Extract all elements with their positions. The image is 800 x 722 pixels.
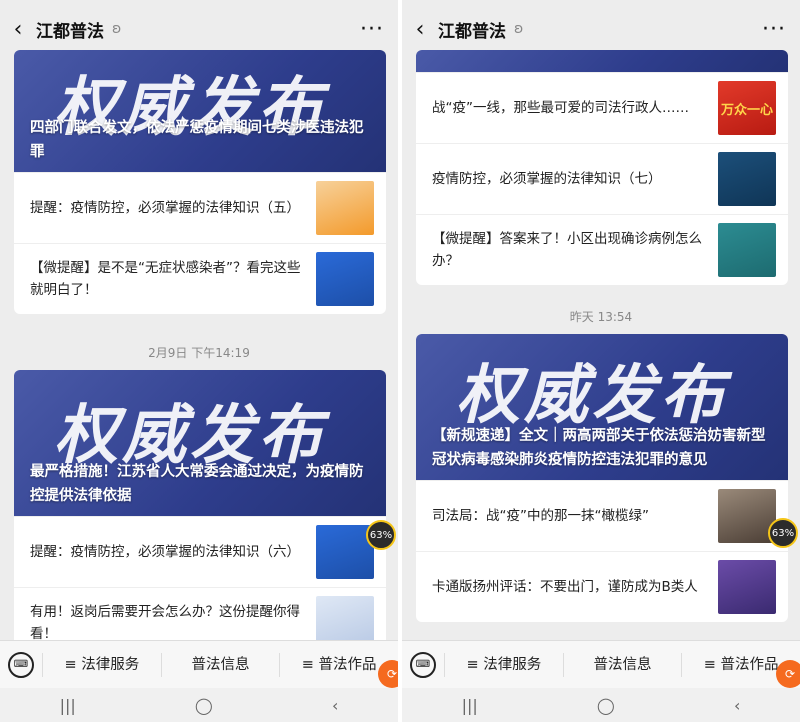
article-banner[interactable]: 权威发布 四部门联合发文，依法严惩疫情期间七类涉医违法犯罪 — [14, 50, 386, 172]
banner-title: 【新规速递】全文｜两高两部关于依法惩治妨害新型冠状病毒感染肺炎疫情防控违法犯罪的… — [432, 428, 766, 468]
more-button[interactable]: ··· — [360, 17, 384, 42]
system-nav-bar: ||| ◯ ‹ — [0, 688, 398, 722]
article-card: 权威发布 四部门联合发文，依法严惩疫情期间七类涉医违法犯罪 提醒：疫情防控，必须… — [14, 50, 386, 314]
home-icon[interactable]: ◯ — [195, 696, 213, 715]
message-feed[interactable]: 权威发布 四部门联合发文，依法严惩疫情期间七类涉医违法犯罪 提醒：疫情防控，必须… — [0, 50, 398, 640]
message-feed[interactable]: 战“疫”一线，那些最可爱的司法行政人…… 万众一心 疫情防控，必须掌握的法律知识… — [402, 50, 800, 640]
article-item-title: 卡通版扬州评话：不要出门，谨防成为B类人 — [432, 579, 698, 595]
banner-title: 四部门联合发文，依法严惩疫情期间七类涉医违法犯罪 — [30, 120, 364, 160]
float-button[interactable]: ⟳ — [776, 660, 800, 688]
recent-apps-icon[interactable]: ||| — [60, 696, 76, 715]
home-icon[interactable]: ◯ — [597, 696, 615, 715]
back-button[interactable]: ‹ — [0, 17, 36, 42]
right-screen: ‹ 江都普法 ʚ ··· 战“疫”一线，那些最可爱的司法行政人…… 万众一心 疫… — [402, 0, 800, 722]
article-thumbnail — [316, 596, 374, 640]
article-item[interactable]: 卡通版扬州评话：不要出门，谨防成为B类人 — [416, 551, 788, 622]
article-card: 战“疫”一线，那些最可爱的司法行政人…… 万众一心 疫情防控，必须掌握的法律知识… — [416, 50, 788, 285]
more-button[interactable]: ··· — [762, 17, 786, 42]
screens: ‹ 江都普法 ʚ ··· 权威发布 四部门联合发文，依法严惩疫情期间七类涉医违法… — [0, 0, 800, 722]
title-bar: ‹ 江都普法 ʚ ··· — [0, 8, 398, 50]
article-item[interactable]: 提醒：疫情防控，必须掌握的法律知识（五） — [14, 172, 386, 243]
system-nav-bar: ||| ◯ ‹ — [402, 688, 800, 722]
progress-badge[interactable]: 63% — [768, 518, 798, 548]
page-title: 江都普法 — [36, 21, 104, 42]
back-button[interactable]: ‹ — [402, 17, 438, 42]
progress-badge[interactable]: 63% — [366, 520, 396, 550]
article-item[interactable]: 【微提醒】答案来了！小区出现确诊病例怎么办？ — [416, 214, 788, 285]
title-bar: ‹ 江都普法 ʚ ··· — [402, 8, 800, 50]
article-item[interactable]: 提醒：疫情防控，必须掌握的法律知识（六） — [14, 516, 386, 587]
keyboard-toggle[interactable]: ⌨ — [0, 651, 42, 678]
article-thumbnail — [316, 252, 374, 306]
article-banner[interactable]: 权威发布 最严格措施！江苏省人大常委会通过决定，为疫情防控提供法律依据 — [14, 370, 386, 516]
status-bar — [0, 0, 398, 8]
article-card: 权威发布 【新规速递】全文｜两高两部关于依法惩治妨害新型冠状病毒感染肺炎疫情防控… — [416, 334, 788, 622]
article-thumbnail: 万众一心 — [718, 81, 776, 135]
article-item-title: 【微提醒】答案来了！小区出现确诊病例怎么办？ — [432, 231, 702, 269]
keyboard-icon: ⌨ — [410, 651, 436, 678]
article-item[interactable]: 疫情防控，必须掌握的法律知识（七） — [416, 143, 788, 214]
timestamp: 昨天 13:54 — [569, 310, 633, 324]
article-item[interactable]: 司法局：战“疫”中的那一抹“橄榄绿” — [416, 480, 788, 551]
article-item-title: 司法局：战“疫”中的那一抹“橄榄绿” — [432, 508, 649, 524]
page-title: 江都普法 — [438, 21, 506, 42]
article-thumbnail — [718, 152, 776, 206]
back-nav-icon[interactable]: ‹ — [332, 696, 338, 715]
keyboard-toggle[interactable]: ⌨ — [402, 651, 444, 678]
banner-art: 权威发布 — [456, 358, 728, 433]
recent-apps-icon[interactable]: ||| — [462, 696, 478, 715]
ear-icon: ʚ — [112, 21, 122, 37]
menu-law-info[interactable]: 普法信息 — [160, 652, 280, 677]
menu-bar: ⌨ ≡ 法律服务 普法信息 ≡ 普法作品 — [402, 640, 800, 688]
banner-title: 最严格措施！江苏省人大常委会通过决定，为疫情防控提供法律依据 — [30, 464, 364, 504]
article-item[interactable]: 战“疫”一线，那些最可爱的司法行政人…… 万众一心 — [416, 72, 788, 143]
menu-bar: ⌨ ≡ 法律服务 普法信息 ≡ 普法作品 — [0, 640, 398, 688]
keyboard-icon: ⌨ — [8, 651, 34, 678]
menu-legal-service[interactable]: ≡ 法律服务 — [444, 652, 563, 677]
float-button[interactable]: ⟳ — [378, 660, 398, 688]
back-nav-icon[interactable]: ‹ — [734, 696, 740, 715]
article-item-title: 有用！返岗后需要开会怎么办？这份提醒你得看！ — [30, 604, 300, 640]
status-bar — [402, 0, 800, 8]
article-item[interactable]: 有用！返岗后需要开会怎么办？这份提醒你得看！ — [14, 587, 386, 640]
article-thumbnail — [718, 560, 776, 614]
article-item[interactable]: 【微提醒】是不是“无症状感染者”？看完这些就明白了！ — [14, 243, 386, 314]
article-banner[interactable]: 权威发布 【新规速递】全文｜两高两部关于依法惩治妨害新型冠状病毒感染肺炎疫情防控… — [416, 334, 788, 480]
article-item-title: 提醒：疫情防控，必须掌握的法律知识（五） — [30, 200, 300, 216]
left-screen: ‹ 江都普法 ʚ ··· 权威发布 四部门联合发文，依法严惩疫情期间七类涉医违法… — [0, 0, 398, 722]
article-item-title: 【微提醒】是不是“无症状感染者”？看完这些就明白了！ — [30, 260, 301, 298]
menu-law-info[interactable]: 普法信息 — [562, 652, 682, 677]
article-card: 权威发布 最严格措施！江苏省人大常委会通过决定，为疫情防控提供法律依据 提醒：疫… — [14, 370, 386, 640]
article-item-title: 战“疫”一线，那些最可爱的司法行政人…… — [432, 100, 689, 116]
article-item-title: 疫情防控，必须掌握的法律知识（七） — [432, 171, 662, 187]
timestamp: 2月9日 下午14:19 — [148, 346, 250, 360]
article-thumbnail — [718, 223, 776, 277]
ear-icon: ʚ — [514, 21, 524, 37]
article-banner[interactable] — [416, 50, 788, 72]
article-thumbnail — [316, 181, 374, 235]
article-item-title: 提醒：疫情防控，必须掌握的法律知识（六） — [30, 544, 300, 560]
menu-legal-service[interactable]: ≡ 法律服务 — [42, 652, 161, 677]
